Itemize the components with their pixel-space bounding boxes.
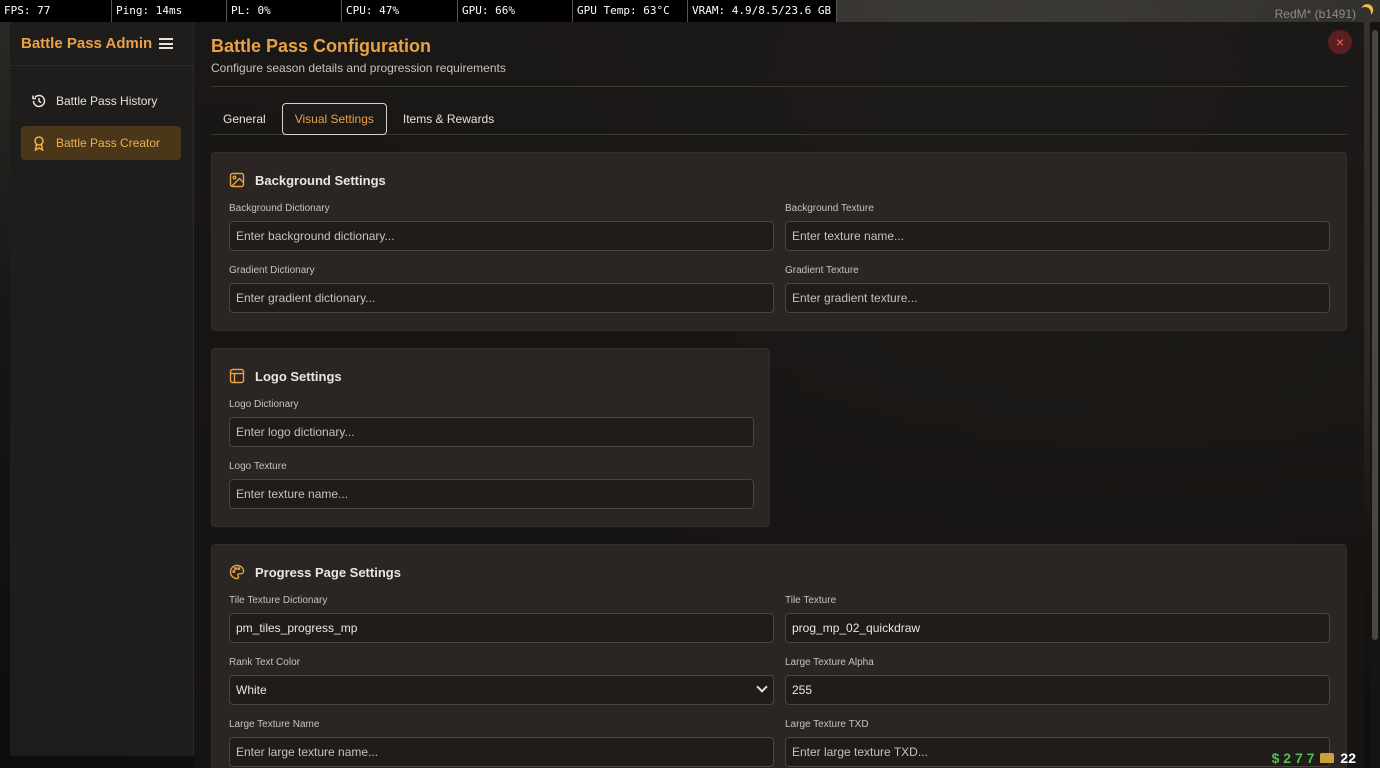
- field-label: Background Dictionary: [229, 203, 330, 214]
- rank-color-select-wrap: White: [229, 675, 774, 705]
- logo-texture-input[interactable]: [229, 479, 754, 509]
- rank-color-field: Rank Text Color White: [229, 657, 774, 705]
- gradient-dictionary-input[interactable]: [229, 283, 774, 313]
- logo-texture-field: Logo Texture: [229, 461, 754, 509]
- field-label: Background Texture: [785, 203, 874, 214]
- background-dictionary-input[interactable]: [229, 221, 774, 251]
- card-title-text: Progress Page Settings: [255, 564, 401, 580]
- alpha-field: Large Texture Alpha: [785, 657, 1330, 705]
- card-title: Background Settings: [229, 172, 386, 188]
- page-title: Battle Pass Configuration: [211, 36, 432, 56]
- client-version: RedM* (b1491): [1274, 7, 1356, 21]
- logo-dictionary-field: Logo Dictionary: [229, 399, 754, 447]
- rank-color-select[interactable]: White: [229, 675, 774, 705]
- sidebar-title: Battle Pass Admin: [21, 35, 153, 52]
- image-icon: [229, 172, 245, 188]
- field-label: Rank Text Color: [229, 657, 300, 668]
- hud-currency: $ 2 7 7 22: [1272, 750, 1356, 766]
- gradient-texture-field: Gradient Texture: [785, 265, 1330, 313]
- sidebar-item-creator[interactable]: Battle Pass Creator: [21, 126, 181, 160]
- packet-loss-readout: PL: 0%: [227, 0, 342, 22]
- logo-settings-card: Logo Settings Logo Dictionary Logo Textu…: [211, 348, 770, 527]
- ping-readout: Ping: 14ms: [112, 0, 227, 22]
- gradient-texture-input[interactable]: [785, 283, 1330, 313]
- vram-readout: VRAM: 4.9/8.5/23.6 GB: [688, 0, 837, 22]
- main-panel: Battle Pass Configuration Configure seas…: [194, 22, 1364, 768]
- scrollbar[interactable]: [1370, 22, 1380, 768]
- performance-overlay: FPS: 77 Ping: 14ms PL: 0% CPU: 47% GPU: …: [0, 0, 837, 22]
- gold-amount: 22: [1340, 750, 1356, 766]
- background-settings-card: Background Settings Background Dictionar…: [211, 152, 1347, 331]
- sidebar: Battle Pass Admin Battle Pass History Ba…: [10, 22, 194, 756]
- large-texture-alpha-input[interactable]: [785, 675, 1330, 705]
- field-label: Gradient Texture: [785, 265, 859, 276]
- progress-page-settings-card: Progress Page Settings Tile Texture Dict…: [211, 544, 1347, 768]
- field-label: Tile Texture: [785, 595, 837, 606]
- card-title: Progress Page Settings: [229, 564, 401, 580]
- gpu-readout: GPU: 66%: [458, 0, 573, 22]
- large-texture-txd-input[interactable]: [785, 737, 1330, 767]
- large-txd-field: Large Texture TXD: [785, 719, 1330, 767]
- sidebar-header: Battle Pass Admin: [10, 22, 193, 66]
- tile-dictionary-field: Tile Texture Dictionary: [229, 595, 774, 643]
- tile-texture-field: Tile Texture: [785, 595, 1330, 643]
- page-header: Battle Pass Configuration Configure seas…: [211, 36, 506, 75]
- menu-icon[interactable]: [159, 38, 173, 49]
- logo-dictionary-input[interactable]: [229, 417, 754, 447]
- bg-texture-field: Background Texture: [785, 203, 1330, 251]
- tab-general[interactable]: General: [211, 103, 278, 134]
- field-label: Tile Texture Dictionary: [229, 595, 328, 606]
- sidebar-nav: Battle Pass History Battle Pass Creator: [10, 66, 193, 160]
- header-divider: [211, 86, 1347, 87]
- award-icon: [34, 136, 44, 151]
- scrollbar-thumb[interactable]: [1372, 30, 1378, 640]
- palette-icon: [229, 564, 245, 580]
- sidebar-item-label: Battle Pass History: [56, 94, 158, 108]
- tile-dictionary-input[interactable]: [229, 613, 774, 643]
- field-label: Logo Texture: [229, 461, 287, 472]
- field-label: Logo Dictionary: [229, 399, 299, 410]
- gradient-dictionary-field: Gradient Dictionary: [229, 265, 774, 313]
- card-title: Logo Settings: [229, 368, 342, 384]
- field-label: Large Texture Name: [229, 719, 320, 730]
- fps-readout: FPS: 77: [0, 0, 112, 22]
- field-label: Large Texture Alpha: [785, 657, 874, 668]
- sidebar-item-history[interactable]: Battle Pass History: [21, 84, 181, 118]
- tab-visual-settings[interactable]: Visual Settings: [281, 103, 387, 135]
- large-texture-name-input[interactable]: [229, 737, 774, 767]
- tab-items-rewards[interactable]: Items & Rewards: [391, 103, 506, 134]
- bg-dictionary-field: Background Dictionary: [229, 203, 774, 251]
- close-button[interactable]: ×: [1328, 30, 1352, 54]
- cpu-readout: CPU: 47%: [342, 0, 458, 22]
- background-texture-input[interactable]: [785, 221, 1330, 251]
- history-icon: [32, 94, 46, 108]
- gpu-temp-readout: GPU Temp: 63°C: [573, 0, 688, 22]
- large-name-field: Large Texture Name: [229, 719, 774, 767]
- close-icon: ×: [1335, 34, 1345, 50]
- page-subtitle: Configure season details and progression…: [211, 61, 506, 75]
- field-label: Gradient Dictionary: [229, 265, 315, 276]
- field-label: Large Texture TXD: [785, 719, 869, 730]
- sidebar-item-label: Battle Pass Creator: [56, 136, 161, 150]
- card-title-text: Background Settings: [255, 172, 386, 188]
- gold-bar-icon: [1320, 753, 1335, 763]
- card-title-text: Logo Settings: [255, 368, 342, 384]
- tab-bar: General Visual Settings Items & Rewards: [211, 103, 1347, 135]
- tile-texture-input[interactable]: [785, 613, 1330, 643]
- layout-icon: [229, 368, 245, 384]
- cash-amount: $ 2 7 7: [1271, 750, 1315, 766]
